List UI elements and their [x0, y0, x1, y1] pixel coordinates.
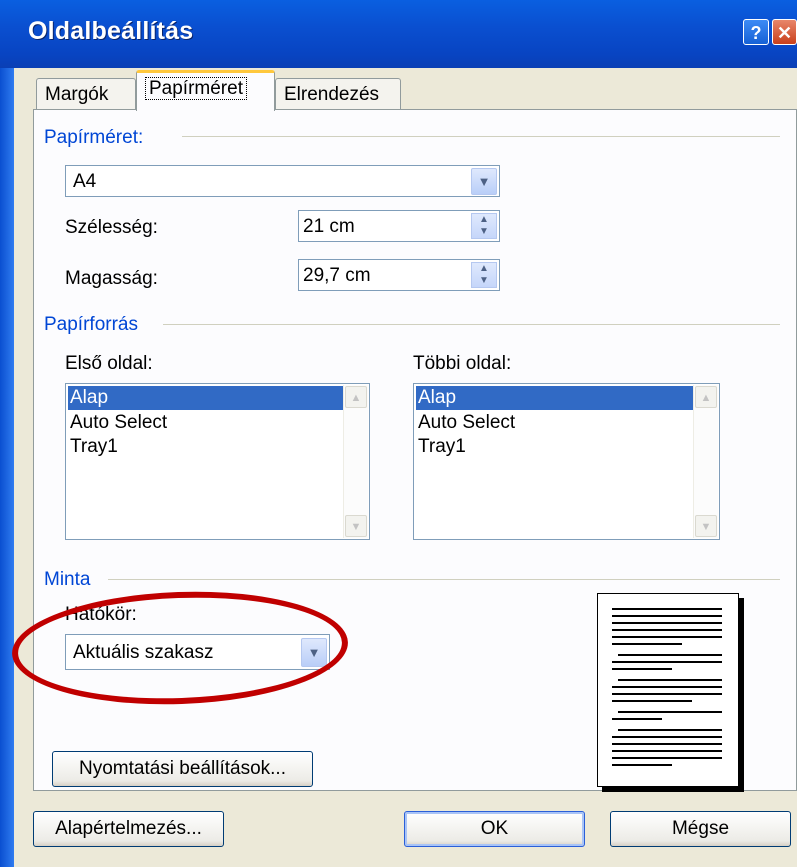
page-preview [597, 593, 739, 787]
cancel-button[interactable]: Mégse [610, 811, 791, 847]
height-field[interactable]: 29,7 cm ▲ ▼ [298, 259, 500, 291]
preview-group-label: Minta [44, 569, 91, 590]
list-item[interactable]: Auto Select [416, 411, 515, 435]
scroll-up-icon[interactable]: ▲ [695, 386, 717, 408]
spin-arrows-icon[interactable]: ▲ ▼ [471, 262, 497, 288]
scrollbar[interactable]: ▲ ▼ [343, 385, 368, 538]
first-page-list[interactable]: Alap Auto Select Tray1 ▲ ▼ [65, 383, 370, 540]
set-as-default-button[interactable]: Alapértelmezés... [33, 811, 224, 847]
list-item[interactable]: Alap [416, 386, 694, 410]
list-item[interactable]: Alap [68, 386, 344, 410]
list-item[interactable]: Tray1 [416, 435, 466, 459]
spin-arrows-icon[interactable]: ▲ ▼ [471, 213, 497, 239]
paper-size-select[interactable]: A4 ▼ [65, 165, 500, 197]
width-field[interactable]: 21 cm ▲ ▼ [298, 210, 500, 242]
list-item[interactable]: Tray1 [68, 435, 118, 459]
paper-size-group-label: Papírméret: [44, 127, 144, 148]
panel-content: Papírméret: A4 ▼ Szélesség: 21 cm ▲ ▼ Mag… [0, 0, 797, 867]
list-item[interactable]: Auto Select [68, 411, 167, 435]
ok-button[interactable]: OK [404, 811, 585, 847]
width-label: Szélesség: [65, 217, 158, 238]
first-page-label: Első oldal: [65, 353, 153, 374]
scroll-up-icon[interactable]: ▲ [345, 386, 367, 408]
other-pages-label: Többi oldal: [413, 353, 512, 374]
height-label: Magasság: [65, 268, 158, 289]
height-value: 29,7 cm [303, 265, 371, 286]
paper-source-group-label: Papírforrás [44, 314, 138, 335]
group-divider [182, 136, 780, 137]
chevron-down-icon[interactable]: ▼ [471, 168, 497, 195]
scroll-down-icon[interactable]: ▼ [695, 515, 717, 537]
group-divider [108, 579, 780, 580]
width-value: 21 cm [303, 216, 355, 237]
print-options-button[interactable]: Nyomtatási beállítások... [52, 751, 313, 787]
scrollbar[interactable]: ▲ ▼ [693, 385, 718, 538]
page-setup-dialog: Oldalbeállítás ? ✕ Margók Papírméret Elr… [0, 0, 797, 867]
scroll-down-icon[interactable]: ▼ [345, 515, 367, 537]
other-pages-list[interactable]: Alap Auto Select Tray1 ▲ ▼ [413, 383, 720, 540]
paper-size-value: A4 [73, 171, 97, 192]
group-divider [163, 324, 780, 325]
